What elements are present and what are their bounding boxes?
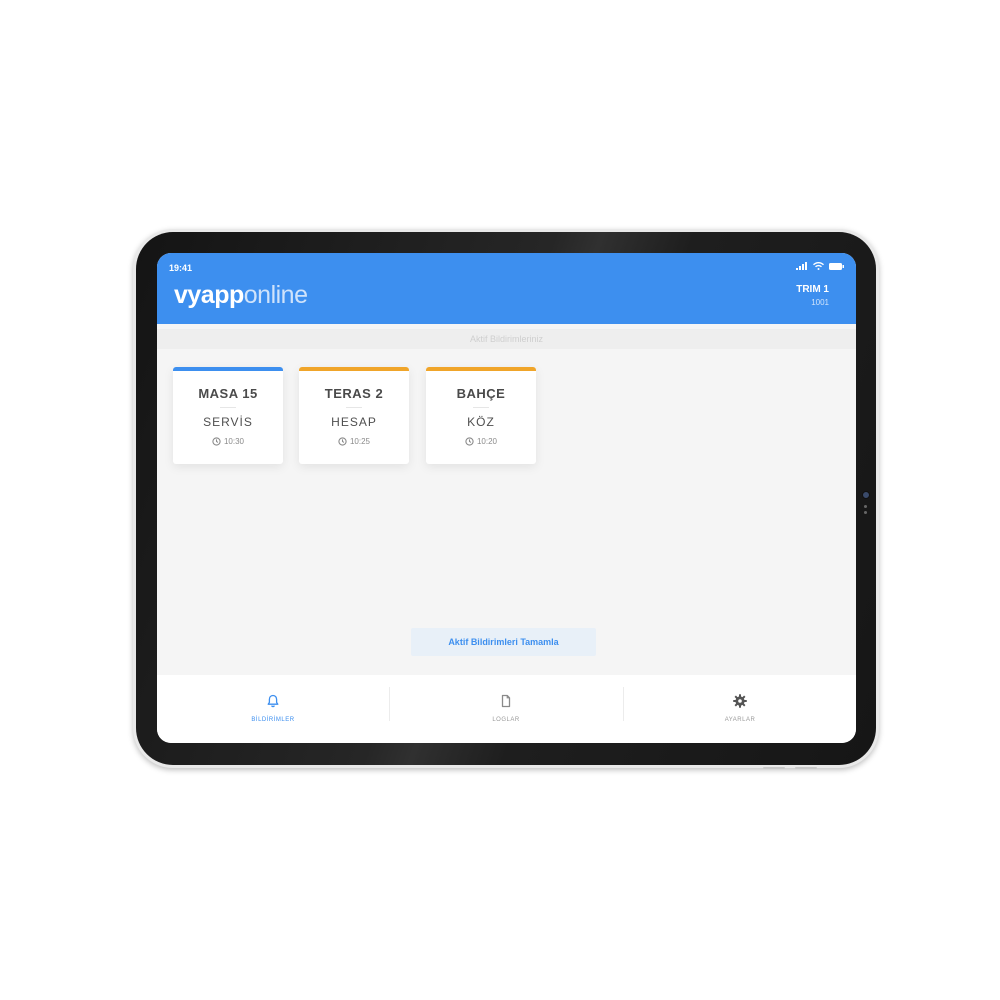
nav-item-settings[interactable]: AYARLAR <box>624 675 856 743</box>
bottom-nav: BİLDİRİMLER LOGLAR AYARLAR <box>157 675 856 743</box>
notification-card[interactable]: MASA 15 SERVİS 10:30 <box>173 367 283 464</box>
card-type: HESAP <box>331 415 377 429</box>
app-logo: vyapponline <box>174 281 308 310</box>
card-accent-bar <box>426 367 536 371</box>
venue-info: TRIM 1 1001 <box>796 284 829 307</box>
venue-code: 1001 <box>811 298 829 307</box>
card-title: MASA 15 <box>198 386 258 401</box>
card-accent-bar <box>299 367 409 371</box>
logo-light: online <box>243 281 308 309</box>
complete-notifications-button[interactable]: Aktif Bildirimleri Tamamla <box>411 628 596 656</box>
bell-icon <box>267 694 279 708</box>
card-accent-bar <box>173 367 283 371</box>
card-time: 10:25 <box>299 437 409 446</box>
status-time: 19:41 <box>169 263 193 273</box>
app-header: 19:41 vyapponline TRIM 1 1001 <box>157 253 856 324</box>
nav-label: BİLDİRİMLER <box>251 717 295 723</box>
card-type: SERVİS <box>203 415 253 429</box>
volume-button <box>795 767 817 769</box>
card-type: KÖZ <box>467 415 495 429</box>
sensor-dot <box>864 511 867 514</box>
card-time-label: 10:20 <box>476 437 498 446</box>
battery-icon <box>829 262 844 270</box>
sensor-dot <box>864 505 867 508</box>
volume-button <box>763 767 785 769</box>
venue-name: TRIM 1 <box>796 284 829 295</box>
status-icons <box>796 261 844 271</box>
camera-icon <box>862 491 870 499</box>
section-title: Aktif Bildirimleriniz <box>157 329 856 349</box>
clock-icon <box>465 437 474 446</box>
nav-item-logs[interactable]: LOGLAR <box>390 675 622 743</box>
logo-bold: vyapp <box>174 281 244 309</box>
card-title: TERAS 2 <box>324 386 384 401</box>
app-screen: 19:41 vyapponline TRIM 1 1001 Aktif Bild… <box>157 253 856 743</box>
card-divider <box>220 407 236 408</box>
gear-icon <box>733 694 747 708</box>
notification-card[interactable]: TERAS 2 HESAP 10:25 <box>299 367 409 464</box>
card-time-label: 10:25 <box>349 437 371 446</box>
notification-card[interactable]: BAHÇE KÖZ 10:20 <box>426 367 536 464</box>
card-divider <box>473 407 489 408</box>
wifi-icon <box>813 262 824 270</box>
nav-item-notifications[interactable]: BİLDİRİMLER <box>157 675 389 743</box>
nav-label: AYARLAR <box>724 717 756 723</box>
card-time: 10:20 <box>426 437 536 446</box>
clock-icon <box>212 437 221 446</box>
card-divider <box>346 407 362 408</box>
clock-icon <box>338 437 347 446</box>
nav-label: LOGLAR <box>492 717 520 723</box>
card-time-label: 10:30 <box>223 437 245 446</box>
document-icon <box>501 694 511 708</box>
card-title: BAHÇE <box>456 386 506 401</box>
card-time: 10:30 <box>173 437 283 446</box>
signal-icon <box>796 262 807 270</box>
